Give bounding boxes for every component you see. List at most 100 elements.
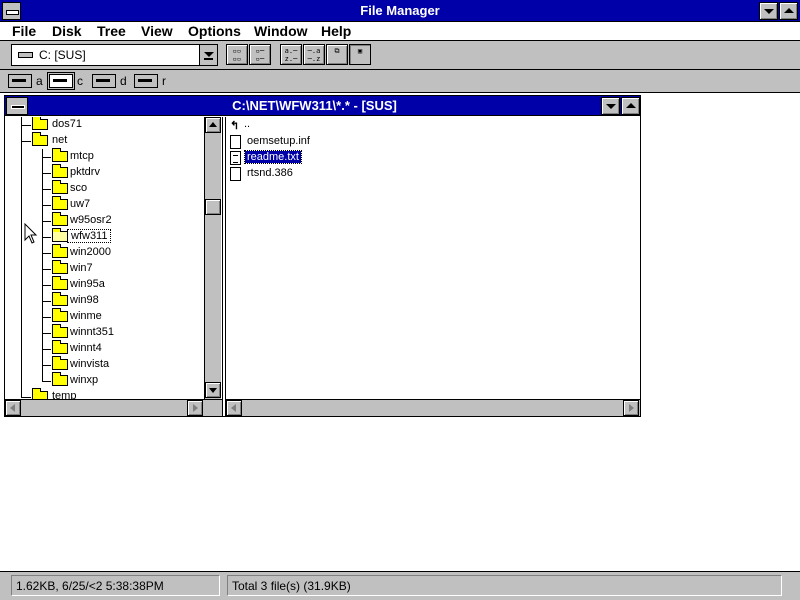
menu-help[interactable]: Help bbox=[321, 23, 351, 39]
connect-network-drive-button[interactable]: ▫▫ ▫▫ bbox=[226, 44, 248, 65]
folder-icon bbox=[32, 117, 48, 130]
scroll-left-button[interactable] bbox=[226, 400, 242, 416]
text-file-icon bbox=[230, 151, 241, 165]
scroll-right-button[interactable] bbox=[623, 400, 639, 416]
tree-item-label: winme bbox=[70, 310, 102, 322]
folder-icon bbox=[52, 164, 68, 178]
tree-item-label: uw7 bbox=[70, 198, 91, 210]
open-folder-icon bbox=[52, 228, 68, 242]
folder-icon bbox=[52, 244, 68, 258]
file-icon bbox=[230, 135, 241, 149]
mouse-cursor-icon bbox=[24, 223, 38, 244]
file-icon bbox=[230, 167, 241, 181]
minimize-button[interactable] bbox=[759, 2, 778, 20]
tree-line bbox=[42, 149, 43, 381]
tree-item-label: winnt351 bbox=[70, 326, 115, 338]
tree-item-label: win2000 bbox=[70, 246, 111, 258]
disconnect-network-drive-button[interactable]: ▫─ ▫─ bbox=[249, 44, 271, 65]
window-title: File Manager bbox=[360, 3, 440, 18]
file-list: ↰ .. oemsetup.inf readme.txt rtsnd.386 bbox=[226, 117, 640, 416]
drive-select-value: C: [SUS] bbox=[39, 48, 86, 62]
copy-disk-icon: ⧉ bbox=[334, 47, 340, 55]
tree-item-label: dos71 bbox=[52, 118, 82, 130]
scroll-right-button[interactable] bbox=[187, 400, 203, 416]
drive-label: a bbox=[36, 74, 43, 88]
menu-view[interactable]: View bbox=[141, 23, 173, 39]
folder-icon bbox=[52, 356, 68, 370]
tree-item-label: winvista bbox=[70, 358, 110, 370]
tree-item-label: win98 bbox=[70, 294, 99, 306]
tree-item-label: winnt4 bbox=[70, 342, 102, 354]
tree-item-label: net bbox=[52, 134, 68, 146]
menu-disk[interactable]: Disk bbox=[52, 23, 82, 39]
scroll-down-button[interactable] bbox=[205, 382, 221, 398]
tree-horizontal-scrollbar[interactable] bbox=[5, 399, 222, 416]
tree-item-label: mtcp bbox=[70, 150, 94, 162]
up-directory-icon: ↰ bbox=[230, 120, 240, 132]
dropdown-arrow-icon[interactable] bbox=[199, 45, 217, 65]
tree-item-label: temp bbox=[52, 390, 77, 399]
directory-window-title-bar: C:\NET\WFW311\*.* - [SUS] bbox=[5, 96, 640, 116]
drive-bar: a c d r bbox=[0, 70, 800, 93]
scroll-left-button[interactable] bbox=[5, 400, 21, 416]
tree-content: dos71 net mtcp pktdrv sco uw7 w95osr2 wf… bbox=[5, 117, 204, 399]
maximize-button[interactable] bbox=[779, 2, 798, 20]
folder-icon bbox=[52, 148, 68, 162]
tree-line bbox=[21, 117, 22, 397]
tree-item-label: w95osr2 bbox=[70, 214, 112, 226]
folder-icon bbox=[52, 324, 68, 338]
tree-item-label: wfw311 bbox=[67, 229, 112, 243]
directory-tree: dos71 net mtcp pktdrv sco uw7 w95osr2 wf… bbox=[5, 117, 222, 416]
file-horizontal-scrollbar[interactable] bbox=[226, 399, 640, 416]
folder-icon bbox=[52, 372, 68, 386]
tree-item-label: pktdrv bbox=[70, 166, 100, 178]
connect-network-drive-icon: ▫▫ ▫▫ bbox=[232, 47, 242, 63]
title-bar: File Manager bbox=[0, 0, 800, 22]
file-item-label: .. bbox=[244, 118, 251, 130]
file-item-label: readme.txt bbox=[244, 150, 302, 164]
folder-icon bbox=[32, 388, 48, 399]
status-selected-file: 1.62KB, 6/25/<2 5:38:38PM bbox=[11, 575, 220, 596]
tree-item-label: winxp bbox=[70, 374, 99, 386]
tree-item-label: sco bbox=[70, 182, 88, 194]
hard-drive-icon bbox=[47, 72, 75, 90]
sort-by-type-icon: ─.a ─.z bbox=[307, 47, 321, 63]
tree-vertical-scrollbar[interactable] bbox=[204, 117, 221, 399]
menu-options[interactable]: Options bbox=[188, 23, 241, 39]
drive-label: d bbox=[120, 74, 127, 88]
file-item-label: oemsetup.inf bbox=[247, 135, 310, 147]
status-total-files: Total 3 file(s) (31.9KB) bbox=[227, 575, 782, 596]
folder-icon bbox=[52, 276, 68, 290]
child-maximize-button[interactable] bbox=[621, 97, 640, 115]
directory-window-title: C:\NET\WFW311\*.* - [SUS] bbox=[232, 98, 397, 113]
folder-icon bbox=[52, 292, 68, 306]
properties-button[interactable]: ▣ bbox=[349, 44, 371, 65]
folder-icon bbox=[32, 132, 48, 146]
folder-icon bbox=[52, 340, 68, 354]
folder-icon bbox=[52, 196, 68, 210]
drive-select[interactable]: C: [SUS] bbox=[11, 44, 218, 66]
tree-item-label: win95a bbox=[70, 278, 105, 290]
ram-drive-icon bbox=[134, 74, 158, 88]
tree-item-label: win7 bbox=[70, 262, 93, 274]
scroll-thumb[interactable] bbox=[205, 199, 221, 215]
toolbar: C: [SUS] ▫▫ ▫▫ ▫─ ▫─ a.─ z.─ ─.a ─.z ⧉ ▣ bbox=[0, 41, 800, 70]
sort-by-type-button[interactable]: ─.a ─.z bbox=[303, 44, 325, 65]
drive-label: r bbox=[162, 74, 166, 88]
copy-disk-button[interactable]: ⧉ bbox=[326, 44, 348, 65]
menu-tree[interactable]: Tree bbox=[97, 23, 126, 39]
folder-icon bbox=[52, 260, 68, 274]
disconnect-network-drive-icon: ▫─ ▫─ bbox=[255, 47, 265, 63]
folder-icon bbox=[52, 212, 68, 226]
hard-drive-icon bbox=[18, 52, 33, 58]
menu-window[interactable]: Window bbox=[254, 23, 308, 39]
file-item-label: rtsnd.386 bbox=[247, 167, 293, 179]
sort-by-name-icon: a.─ z.─ bbox=[284, 47, 298, 63]
directory-window: C:\NET\WFW311\*.* - [SUS] dos71 net mtcp bbox=[4, 95, 641, 417]
menu-file[interactable]: File bbox=[12, 23, 36, 39]
floppy-drive-icon bbox=[8, 74, 32, 88]
child-system-menu-button[interactable] bbox=[6, 97, 28, 115]
scroll-up-button[interactable] bbox=[205, 117, 221, 133]
sort-by-name-button[interactable]: a.─ z.─ bbox=[280, 44, 302, 65]
child-minimize-button[interactable] bbox=[601, 97, 620, 115]
